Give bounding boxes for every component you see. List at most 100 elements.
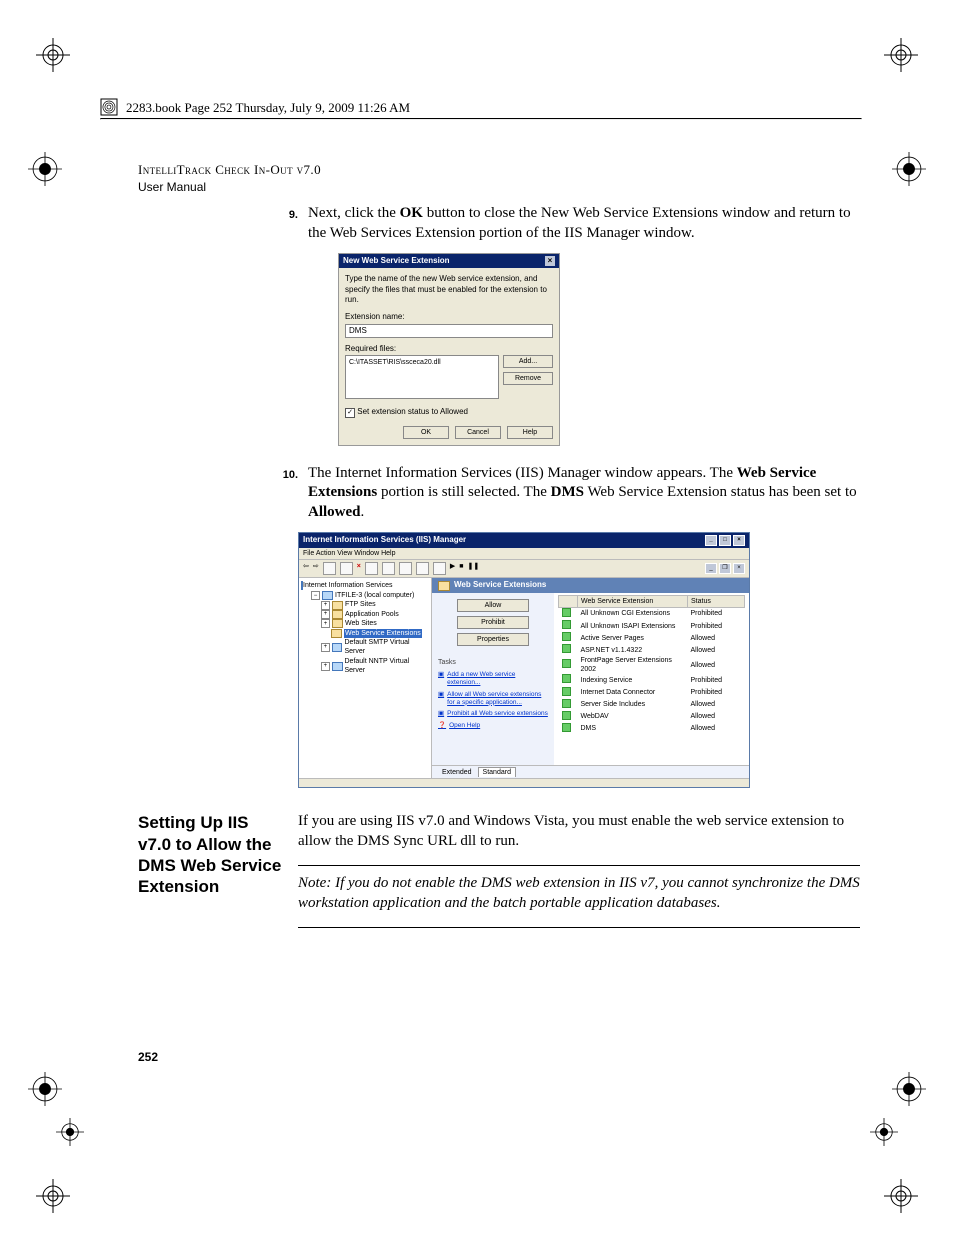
minimize-icon[interactable]: _ — [705, 535, 717, 546]
ext-icon — [562, 620, 571, 629]
table-row[interactable]: Active Server PagesAllowed — [559, 632, 745, 644]
wse-table[interactable]: Web Service Extension Status All Unknown… — [554, 593, 749, 766]
add-button[interactable]: Add... — [503, 355, 553, 368]
ext-status: Prohibited — [688, 607, 745, 620]
menu-bar[interactable]: File Action View Window Help — [299, 548, 749, 560]
tab-standard[interactable]: Standard — [478, 767, 516, 777]
dialog-description: Type the name of the new Web service ext… — [345, 274, 553, 305]
new-web-service-extension-dialog: New Web Service Extension × Type the nam… — [338, 253, 560, 446]
divider — [298, 865, 860, 866]
mdi-close-icon[interactable]: × — [733, 563, 745, 574]
table-row[interactable]: All Unknown CGI ExtensionsProhibited — [559, 607, 745, 620]
table-row[interactable]: Indexing ServiceProhibited — [559, 674, 745, 686]
ext-name: Indexing Service — [578, 674, 688, 686]
mdi-minimize-icon[interactable]: _ — [705, 563, 717, 574]
ext-status: Prohibited — [688, 674, 745, 686]
header-rule — [100, 118, 862, 120]
toolbar-icon[interactable] — [365, 562, 378, 575]
ok-button[interactable]: OK — [403, 426, 449, 439]
product-title: IntelliTrack Check In-Out v7.0 — [138, 162, 860, 178]
ext-name: Internet Data Connector — [578, 687, 688, 699]
product-subtitle: User Manual — [138, 180, 860, 194]
toolbar-icon[interactable] — [382, 562, 395, 575]
maximize-icon[interactable]: □ — [719, 535, 731, 546]
table-row[interactable]: Server Side IncludesAllowed — [559, 699, 745, 711]
delete-icon[interactable]: × — [357, 562, 361, 575]
task-link[interactable]: ▣Prohibit all Web service extensions — [438, 710, 548, 718]
cancel-button[interactable]: Cancel — [455, 426, 501, 439]
stop-icon[interactable]: ■ — [459, 562, 463, 575]
allow-button[interactable]: Allow — [457, 599, 529, 612]
registration-mark-icon — [28, 1072, 62, 1106]
ext-status: Allowed — [688, 711, 745, 723]
help-button[interactable]: Help — [507, 426, 553, 439]
table-row[interactable]: WebDAVAllowed — [559, 711, 745, 723]
toolbar-icon[interactable] — [399, 562, 412, 575]
required-files-list[interactable]: C:\ITASSET\RIS\ssceca20.dll — [345, 355, 499, 399]
table-row[interactable]: FrontPage Server Extensions 2002Allowed — [559, 656, 745, 674]
ext-icon — [562, 687, 571, 696]
tab-extended[interactable]: Extended — [438, 768, 476, 777]
col-extension[interactable]: Web Service Extension — [578, 595, 688, 607]
table-row[interactable]: Internet Data ConnectorProhibited — [559, 687, 745, 699]
ext-icon — [562, 711, 571, 720]
registration-mark-icon — [28, 152, 62, 186]
add-icon: ▣ — [438, 671, 444, 679]
step-number: 10. — [138, 464, 308, 482]
task-link[interactable]: ▣Add a new Web service extension... — [438, 671, 548, 687]
crop-mark-icon — [36, 38, 70, 72]
col-status[interactable]: Status — [688, 595, 745, 607]
toolbar-icon[interactable] — [433, 562, 446, 575]
folder-icon — [332, 610, 343, 619]
ext-name: All Unknown ISAPI Extensions — [578, 620, 688, 632]
ext-name: Active Server Pages — [578, 632, 688, 644]
task-link[interactable]: ❓Open Help — [438, 722, 548, 730]
ext-icon — [562, 632, 571, 641]
close-icon[interactable]: × — [733, 535, 745, 546]
prohibit-icon: ▣ — [438, 710, 444, 718]
remove-button[interactable]: Remove — [503, 372, 553, 385]
ext-name: WebDAV — [578, 711, 688, 723]
ext-status: Allowed — [688, 644, 745, 656]
back-icon[interactable]: ⇦ — [303, 562, 309, 575]
step-text: The Internet Information Services (IIS) … — [308, 464, 860, 523]
folder-icon — [331, 629, 342, 638]
help-icon: ❓ — [438, 722, 446, 730]
table-row[interactable]: All Unknown ISAPI ExtensionsProhibited — [559, 620, 745, 632]
ext-icon — [562, 674, 571, 683]
toolbar-icon[interactable] — [340, 562, 353, 575]
prohibit-button[interactable]: Prohibit — [457, 616, 529, 629]
registration-mark-icon — [892, 1072, 926, 1106]
wse-panel-title: Web Service Extensions — [454, 580, 546, 590]
book-header-line: 2283.book Page 252 Thursday, July 9, 200… — [126, 100, 410, 116]
iis-manager-window: Internet Information Services (IIS) Mana… — [298, 532, 750, 788]
table-row[interactable]: DMSAllowed — [559, 723, 745, 735]
registration-mark-icon — [56, 1118, 84, 1146]
allowed-checkbox-label: Set extension status to Allowed — [357, 407, 468, 416]
table-row[interactable]: ASP.NET v1.1.4322Allowed — [559, 644, 745, 656]
book-icon — [100, 98, 118, 116]
mdi-restore-icon[interactable]: ❐ — [719, 563, 731, 574]
task-link[interactable]: ▣Allow all Web service extensions for a … — [438, 691, 548, 707]
tree-selected[interactable]: Web Service Extensions — [344, 629, 422, 638]
registration-mark-icon — [870, 1118, 898, 1146]
play-icon[interactable]: ▶ — [450, 562, 455, 575]
ext-status: Allowed — [688, 632, 745, 644]
toolbar-icon[interactable] — [323, 562, 336, 575]
ext-status: Allowed — [688, 723, 745, 735]
allowed-checkbox[interactable]: ✓ — [345, 408, 355, 418]
extension-name-input[interactable]: DMS — [345, 324, 553, 338]
required-files-label: Required files: — [345, 344, 553, 354]
ext-name: DMS — [578, 723, 688, 735]
iis-tree[interactable]: Internet Information Services −ITFILE-3 … — [299, 578, 432, 778]
iis-title: Internet Information Services (IIS) Mana… — [303, 535, 466, 546]
pause-icon[interactable]: ❚❚ — [467, 562, 479, 575]
allow-icon: ▣ — [438, 691, 444, 699]
forward-icon[interactable]: ⇨ — [313, 562, 319, 575]
computer-icon — [322, 591, 333, 600]
section-body-text: If you are using IIS v7.0 and Windows Vi… — [298, 812, 860, 851]
close-icon[interactable]: × — [545, 256, 555, 266]
divider — [298, 927, 860, 928]
toolbar-icon[interactable] — [416, 562, 429, 575]
properties-button[interactable]: Properties — [457, 633, 529, 646]
